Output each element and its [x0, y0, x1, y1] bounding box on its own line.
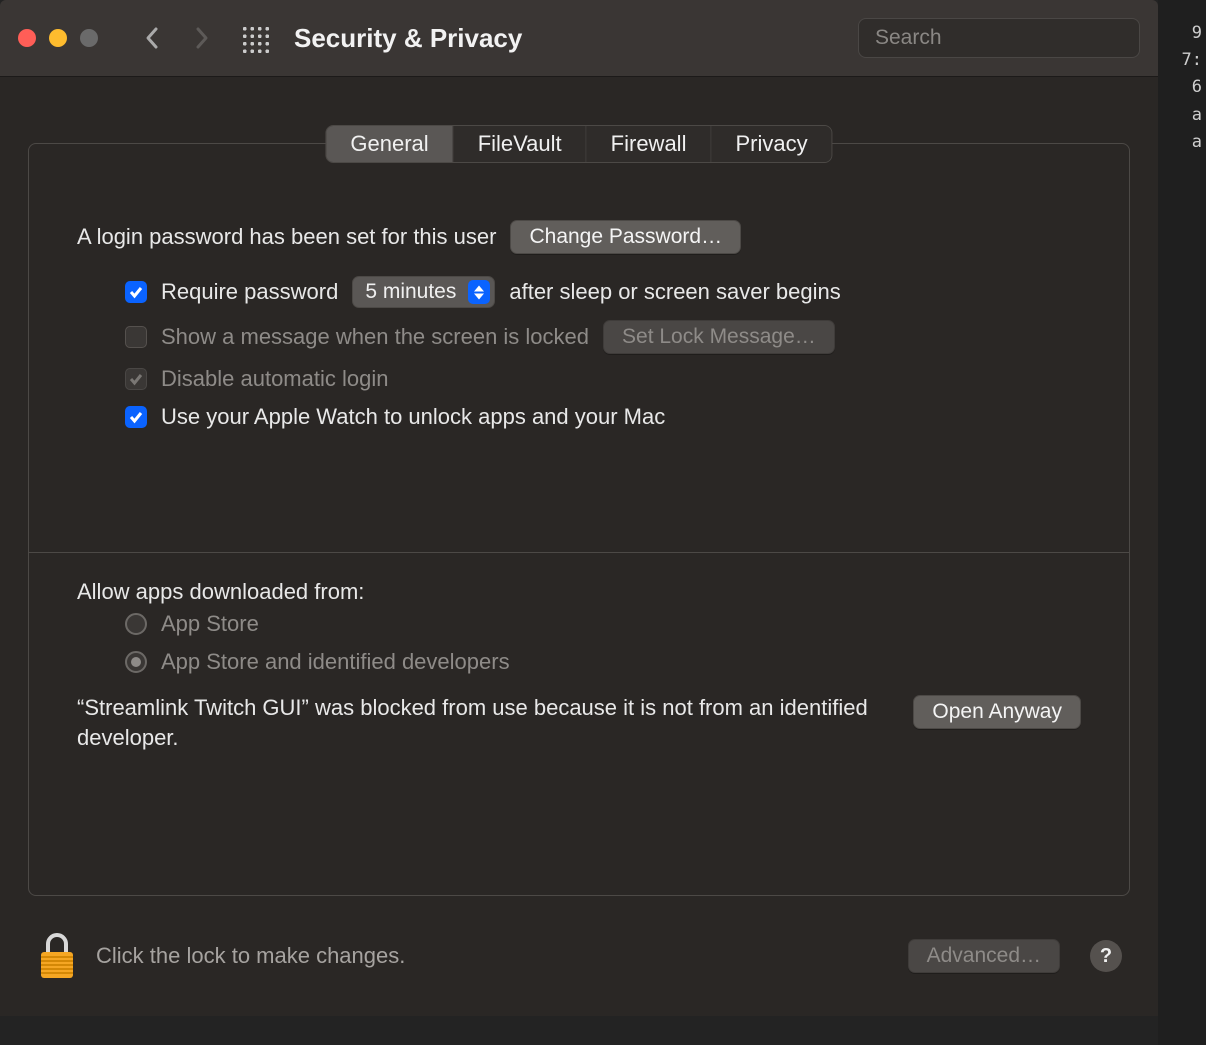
system-preferences-window: Security & Privacy General FileVault Fir…: [0, 0, 1158, 1016]
forward-button[interactable]: [182, 18, 222, 58]
require-password-checkbox[interactable]: [125, 281, 147, 303]
check-icon: [128, 409, 144, 425]
apple-watch-unlock-label: Use your Apple Watch to unlock apps and …: [161, 404, 665, 430]
require-password-delay-popup[interactable]: 5 minutes: [352, 276, 495, 308]
lock-button[interactable]: [36, 930, 78, 982]
allow-identified-developers-radio[interactable]: [125, 651, 147, 673]
tab-general[interactable]: General: [326, 126, 453, 162]
lock-icon: [36, 930, 78, 982]
panel-divider: [29, 552, 1129, 553]
disable-auto-login-checkbox[interactable]: [125, 368, 147, 390]
show-lock-message-label: Show a message when the screen is locked: [161, 324, 589, 350]
general-panel: A login password has been set for this u…: [28, 143, 1130, 896]
show-all-button[interactable]: [234, 18, 274, 58]
titlebar: Security & Privacy: [0, 0, 1158, 77]
footer: Click the lock to make changes. Advanced…: [0, 896, 1158, 1016]
tabbar: General FileVault Firewall Privacy: [325, 125, 832, 163]
delay-value: 5 minutes: [365, 280, 456, 304]
require-password-label: Require password: [161, 279, 338, 305]
open-anyway-button[interactable]: Open Anyway: [913, 695, 1081, 729]
blocked-app-text: “Streamlink Twitch GUI” was blocked from…: [77, 693, 889, 752]
after-sleep-text: after sleep or screen saver begins: [509, 279, 840, 305]
tab-firewall[interactable]: Firewall: [587, 126, 712, 162]
allow-identified-developers-label: App Store and identified developers: [161, 649, 510, 675]
search-field[interactable]: [858, 18, 1140, 58]
show-lock-message-checkbox[interactable]: [125, 326, 147, 348]
traffic-lights: [18, 29, 98, 47]
tab-privacy[interactable]: Privacy: [711, 126, 831, 162]
disable-auto-login-label: Disable automatic login: [161, 366, 388, 392]
login-password-statement: A login password has been set for this u…: [77, 224, 496, 250]
allow-app-store-label: App Store: [161, 611, 259, 637]
minimize-window-button[interactable]: [49, 29, 67, 47]
content-area: General FileVault Firewall Privacy A log…: [0, 77, 1158, 1016]
zoom-window-button[interactable]: [80, 29, 98, 47]
background-strip: 9 7: 6 a a: [1158, 0, 1206, 1045]
window-title: Security & Privacy: [294, 23, 522, 54]
advanced-button[interactable]: Advanced…: [908, 939, 1060, 973]
lock-hint-text: Click the lock to make changes.: [96, 943, 405, 969]
close-window-button[interactable]: [18, 29, 36, 47]
help-button[interactable]: ?: [1090, 940, 1122, 972]
change-password-button[interactable]: Change Password…: [510, 220, 741, 254]
popup-arrows-icon: [468, 280, 490, 304]
apple-watch-unlock-checkbox[interactable]: [125, 406, 147, 428]
search-input[interactable]: [875, 26, 1146, 50]
back-button[interactable]: [132, 18, 172, 58]
check-icon: [128, 371, 144, 387]
allow-app-store-radio[interactable]: [125, 613, 147, 635]
tab-filevault[interactable]: FileVault: [454, 126, 587, 162]
allow-apps-heading: Allow apps downloaded from:: [77, 579, 1081, 605]
apps-grid-icon: [239, 23, 269, 53]
set-lock-message-button[interactable]: Set Lock Message…: [603, 320, 835, 354]
check-icon: [128, 284, 144, 300]
